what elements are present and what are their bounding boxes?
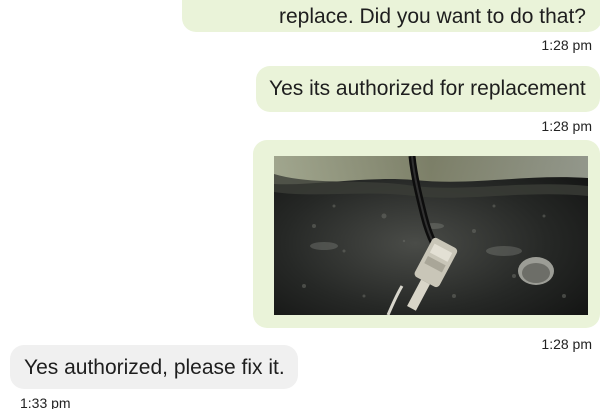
outgoing-message-bubble[interactable]: replace. Did you want to do that? <box>182 0 600 32</box>
attached-photo[interactable] <box>274 156 588 315</box>
outgoing-image-bubble[interactable] <box>253 140 600 328</box>
message-timestamp: 1:33 pm <box>20 395 71 409</box>
message-text: Yes its authorized for replacement <box>269 77 586 100</box>
photo-image <box>274 156 588 315</box>
message-timestamp: 1:28 pm <box>541 118 592 134</box>
message-timestamp: 1:28 pm <box>541 37 592 53</box>
message-timestamp: 1:28 pm <box>541 336 592 352</box>
message-text: replace. Did you want to do that? <box>278 5 586 28</box>
outgoing-message-bubble[interactable]: Yes its authorized for replacement <box>256 66 600 112</box>
message-text: Yes authorized, please fix it. <box>24 356 285 379</box>
message-thread: replace. Did you want to do that? 1:28 p… <box>0 0 600 409</box>
incoming-message-bubble[interactable]: Yes authorized, please fix it. <box>10 345 298 389</box>
